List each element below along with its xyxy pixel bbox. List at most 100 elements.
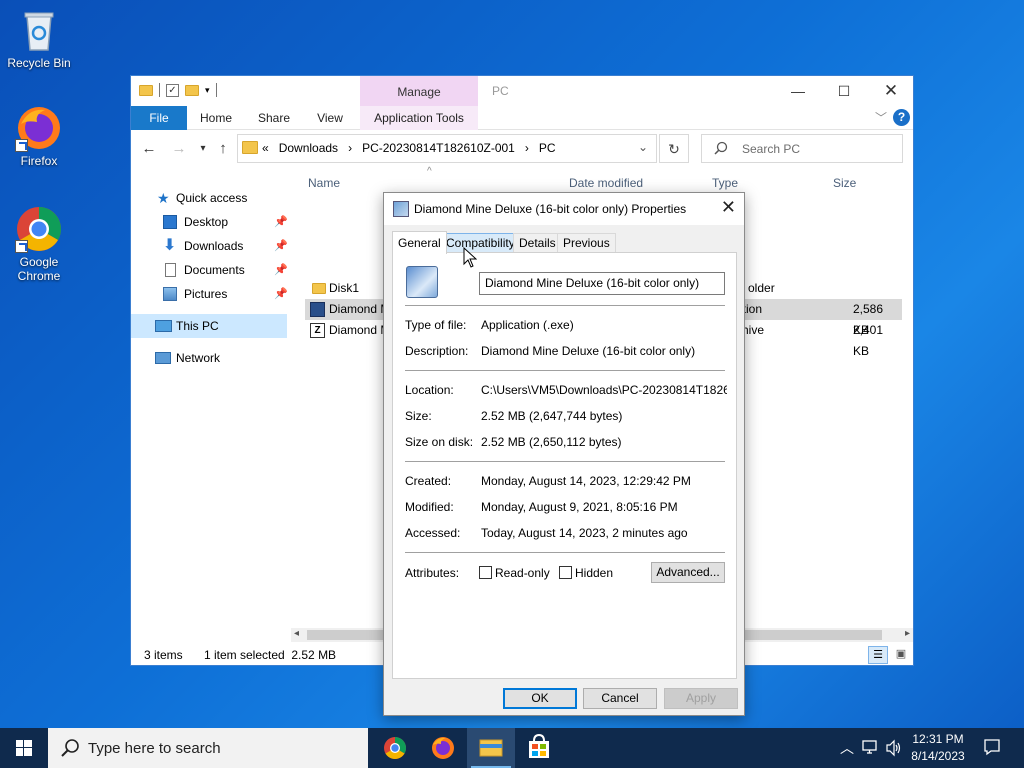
- document-icon: [165, 263, 176, 277]
- taskbar-store[interactable]: [515, 728, 563, 768]
- nav-quick-access[interactable]: ★ Quick access: [131, 186, 287, 210]
- properties-check-icon[interactable]: ✓: [166, 83, 179, 97]
- archive-icon: Z: [310, 323, 325, 338]
- breadcrumb-overflow[interactable]: «: [262, 141, 269, 155]
- file-name-field[interactable]: Diamond Mine Deluxe (16-bit color only): [479, 272, 725, 295]
- nav-label: Downloads: [184, 239, 244, 253]
- desktop-icon-firefox[interactable]: Firefox: [1, 104, 77, 168]
- taskbar-chrome[interactable]: [371, 728, 419, 768]
- divider: [405, 370, 725, 371]
- system-clock[interactable]: 12:31 PM 8/14/2023: [908, 731, 968, 765]
- label-accessed: Accessed:: [405, 526, 461, 540]
- hidden-checkbox[interactable]: [559, 566, 572, 579]
- value-location: C:\Users\VM5\Downloads\PC-20230814T18261…: [481, 383, 727, 397]
- breadcrumb-pc-folder[interactable]: PC-20230814T182610Z-001: [362, 141, 515, 155]
- manage-contextual-tab[interactable]: Manage: [360, 76, 478, 106]
- breadcrumb-downloads[interactable]: Downloads: [279, 141, 338, 155]
- notification-center-icon[interactable]: [983, 738, 1001, 759]
- nav-pictures[interactable]: Pictures 📌: [131, 282, 288, 306]
- tab-home[interactable]: Home: [195, 106, 237, 130]
- file-name: Diamond M: [329, 323, 391, 337]
- search-input[interactable]: Search PC: [701, 134, 903, 163]
- tab-view[interactable]: View: [311, 106, 349, 130]
- value-description: Diamond Mine Deluxe (16-bit color only): [481, 344, 696, 358]
- advanced-button[interactable]: Advanced...: [651, 562, 725, 583]
- readonly-label[interactable]: Read-only: [495, 566, 550, 580]
- network-tray-icon[interactable]: [862, 738, 880, 759]
- navigation-bar: ← → ▾ ↑ « Downloads › PC-20230814T182610…: [131, 131, 913, 167]
- ok-button[interactable]: OK: [503, 688, 577, 709]
- chevron-down-icon[interactable]: ⌄: [638, 140, 648, 154]
- window-title: PC: [492, 84, 509, 98]
- column-header-type[interactable]: Type: [712, 176, 738, 190]
- show-hidden-icons-chevron-icon[interactable]: ︿: [840, 738, 854, 758]
- help-icon[interactable]: ?: [893, 109, 910, 126]
- search-icon: [714, 141, 728, 158]
- back-button[interactable]: ←: [139, 139, 159, 159]
- close-button[interactable]: ✕: [868, 80, 914, 102]
- address-bar[interactable]: « Downloads › PC-20230814T182610Z-001 › …: [237, 134, 657, 163]
- volume-tray-icon[interactable]: [885, 739, 903, 760]
- mouse-cursor-icon: [463, 246, 478, 272]
- ribbon-expand-icon[interactable]: ﹀: [875, 109, 887, 126]
- tab-compatibility[interactable]: Compatibility: [440, 233, 521, 253]
- tab-details[interactable]: Details: [513, 233, 562, 253]
- store-icon: [529, 733, 549, 758]
- taskbar-search-box[interactable]: Type here to search: [48, 728, 368, 768]
- star-icon: ★: [157, 190, 170, 206]
- nav-network[interactable]: Network: [131, 346, 287, 370]
- column-header-date-modified[interactable]: Date modified: [569, 176, 643, 190]
- breadcrumb-pc[interactable]: PC: [539, 141, 556, 155]
- details-view-icon[interactable]: ☰: [868, 646, 888, 664]
- hidden-label[interactable]: Hidden: [575, 566, 613, 580]
- nav-label: Pictures: [184, 287, 228, 301]
- cancel-button[interactable]: Cancel: [583, 688, 657, 709]
- tab-file[interactable]: File: [131, 106, 187, 130]
- tab-application-tools[interactable]: Application Tools: [360, 106, 478, 130]
- pin-icon: 📌: [274, 216, 288, 228]
- divider: [405, 305, 725, 306]
- nav-desktop[interactable]: Desktop 📌: [131, 210, 288, 234]
- up-button[interactable]: ↑: [213, 139, 233, 159]
- new-folder-icon[interactable]: [185, 84, 199, 96]
- value-created: Monday, August 14, 2023, 12:29:42 PM: [481, 474, 691, 488]
- tab-previous-versions[interactable]: Previous Versions: [557, 233, 616, 268]
- large-icons-view-icon[interactable]: ▣: [891, 646, 911, 664]
- column-header-size[interactable]: Size: [833, 176, 856, 190]
- taskbar-search-placeholder: Type here to search: [88, 740, 221, 757]
- recent-locations-icon[interactable]: ▾: [193, 139, 213, 159]
- label-location: Location:: [405, 383, 454, 397]
- recycle-bin-icon: [15, 6, 63, 54]
- close-icon[interactable]: ✕: [721, 197, 736, 218]
- taskbar-firefox[interactable]: [419, 728, 467, 768]
- application-icon: [406, 266, 438, 298]
- scroll-right-icon[interactable]: ▸: [905, 628, 910, 639]
- chrome-icon: [384, 737, 406, 759]
- title-bar: ✓ ▾ Manage PC — ☐ ✕: [131, 76, 913, 106]
- customize-dropdown-icon[interactable]: ▾: [205, 85, 210, 96]
- desktop-icon-chrome[interactable]: Google Chrome: [1, 205, 77, 283]
- taskbar-file-explorer[interactable]: [467, 728, 515, 768]
- application-icon: [393, 201, 409, 217]
- readonly-checkbox[interactable]: [479, 566, 492, 579]
- refresh-button[interactable]: ↻: [659, 134, 689, 163]
- search-placeholder: Search PC: [742, 142, 801, 156]
- forward-button[interactable]: →: [169, 139, 189, 159]
- maximize-button[interactable]: ☐: [821, 80, 867, 102]
- chrome-icon: [15, 205, 63, 253]
- value-type: Application (.exe): [481, 318, 574, 332]
- scroll-left-icon[interactable]: ◂: [294, 628, 299, 639]
- column-header-name[interactable]: Name: [308, 176, 340, 190]
- tab-general[interactable]: General: [392, 231, 447, 254]
- apply-button[interactable]: Apply: [664, 688, 738, 709]
- minimize-button[interactable]: —: [775, 80, 821, 102]
- start-button[interactable]: [0, 728, 48, 768]
- nav-this-pc[interactable]: This PC: [131, 314, 287, 338]
- nav-downloads[interactable]: ⬇ Downloads 📌: [131, 234, 288, 258]
- nav-documents[interactable]: Documents 📌: [131, 258, 288, 282]
- desktop-icon-recycle-bin[interactable]: Recycle Bin: [1, 6, 77, 70]
- desktop-icon-label: Google Chrome: [17, 255, 61, 283]
- dialog-title-bar: Diamond Mine Deluxe (16-bit color only) …: [384, 193, 744, 225]
- tab-share[interactable]: Share: [253, 106, 295, 130]
- file-size: 2,401 KB: [853, 323, 884, 358]
